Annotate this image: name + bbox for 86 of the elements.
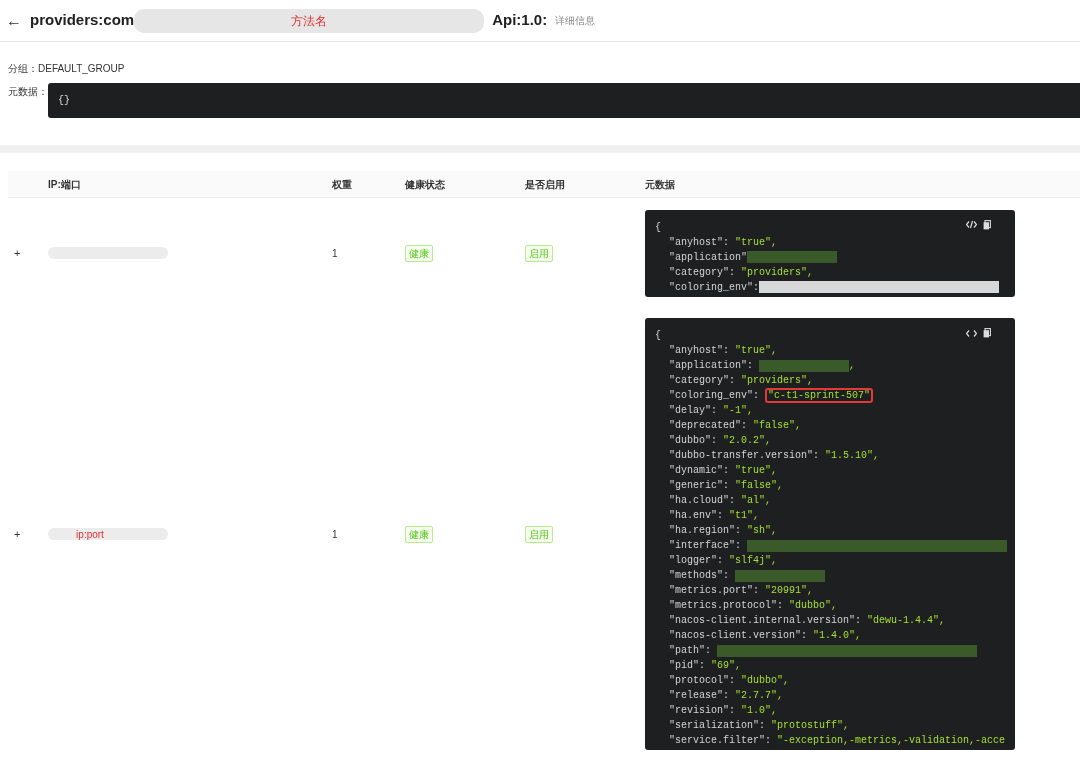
- page-title: providers:com: [30, 10, 135, 31]
- copy-icon[interactable]: [983, 219, 991, 230]
- code-value: "true",: [735, 344, 778, 358]
- code-value: "t1",: [729, 509, 760, 523]
- code-text: "interface":: [669, 539, 742, 553]
- code-icon[interactable]: [966, 220, 977, 229]
- status-tag: 启用: [525, 244, 553, 262]
- code-text: "generic":: [669, 479, 730, 493]
- column-header: IP:端口: [48, 178, 81, 190]
- code-text: "dynamic":: [669, 464, 730, 478]
- code-text: "logger":: [669, 554, 724, 568]
- health-tag: 健康: [405, 525, 433, 543]
- code-text: "anyhost":: [669, 235, 730, 250]
- code-value: "dubbo",: [789, 599, 838, 613]
- code-value: "false",: [735, 479, 784, 493]
- code-text: "delay":: [669, 404, 718, 418]
- code-text: "dubbo":: [669, 434, 718, 448]
- code-text: "dubbo-transfer.version":: [669, 449, 821, 463]
- back-button[interactable]: ←: [6, 8, 22, 33]
- annotation-label: ip:port: [76, 527, 104, 542]
- code-text: "metrics.port":: [669, 584, 760, 598]
- code-value: "al",: [741, 494, 772, 508]
- code-text: "ha.env":: [669, 509, 724, 523]
- code-icon[interactable]: [966, 328, 977, 338]
- metadata-label: 元数据：: [8, 85, 48, 99]
- code-text: "nacos-client.internal.version":: [669, 614, 863, 628]
- expand-button[interactable]: +: [8, 525, 32, 543]
- code-value: "-1",: [723, 404, 754, 418]
- code-text: "release":: [669, 689, 730, 703]
- code-value: "dubbo",: [741, 674, 790, 688]
- code-text: {: [655, 220, 661, 235]
- code-text: "category":: [669, 374, 736, 388]
- code-value: "1.0",: [741, 704, 778, 718]
- code-value: "true",: [735, 235, 778, 250]
- highlighted-value: "c-t1-sprint-507": [765, 388, 874, 403]
- code-value: "20991",: [765, 584, 814, 598]
- code-text: "metrics.protocol":: [669, 599, 785, 613]
- code-text: "coloring_env":: [669, 389, 760, 403]
- code-value: "sh",: [747, 524, 778, 538]
- code-text: "path":: [669, 644, 712, 658]
- code-text: "anyhost":: [669, 344, 730, 358]
- code-value: "providers",: [741, 265, 814, 280]
- code-text: "protocol":: [669, 674, 736, 688]
- code-value: "2.7.7",: [735, 689, 784, 703]
- code-value: "providers",: [741, 374, 814, 388]
- code-text: "pid":: [669, 659, 706, 673]
- code-text: "methods":: [669, 569, 730, 583]
- code-text: "nacos-client.version":: [669, 629, 809, 643]
- code-text: {}: [58, 94, 70, 108]
- code-value: "2.0.2",: [723, 434, 772, 448]
- table-cell: 1: [332, 528, 338, 540]
- code-value: "protostuff",: [771, 719, 850, 733]
- code-value: "dewu-1.4.4",: [867, 614, 946, 628]
- code-text: "revision":: [669, 704, 736, 718]
- health-tag: 健康: [405, 244, 433, 262]
- code-value: "true",: [735, 464, 778, 478]
- code-text: "ha.region":: [669, 524, 742, 538]
- annotation-label: 方法名: [291, 12, 328, 30]
- code-value: ,: [849, 359, 856, 373]
- code-text: "ha.cloud":: [669, 494, 736, 508]
- code-value: "1.4.0",: [813, 629, 862, 643]
- code-value: "-exception,-metrics,-validation,-acce: [777, 734, 1006, 748]
- code-text: "coloring_env":: [669, 280, 759, 295]
- code-text: {: [655, 329, 661, 343]
- status-tag: 启用: [525, 525, 553, 543]
- page-subtitle: 详细信息: [555, 14, 596, 28]
- column-header: 健康状态: [405, 178, 445, 190]
- table-cell: 1: [332, 247, 338, 259]
- column-header: 是否启用: [525, 178, 565, 190]
- column-header: 权重: [332, 178, 352, 190]
- code-text: "service.filter":: [669, 734, 773, 748]
- code-value: "1.5.10",: [825, 449, 880, 463]
- api-version: Api:1.0:: [492, 10, 548, 31]
- code-text: "serialization":: [669, 719, 766, 733]
- code-value: "69",: [711, 659, 742, 673]
- expand-button[interactable]: +: [8, 244, 32, 262]
- copy-icon[interactable]: [983, 328, 991, 338]
- code-text: "application":: [669, 359, 754, 373]
- code-value: "false",: [753, 419, 802, 433]
- code-text: "deprecated":: [669, 419, 748, 433]
- code-text: "application": [669, 250, 747, 265]
- group-value: DEFAULT_GROUP: [38, 62, 125, 76]
- column-header: 元数据: [645, 178, 675, 190]
- code-text: "category":: [669, 265, 736, 280]
- code-value: "slf4j",: [729, 554, 778, 568]
- group-label: 分组：: [8, 62, 38, 76]
